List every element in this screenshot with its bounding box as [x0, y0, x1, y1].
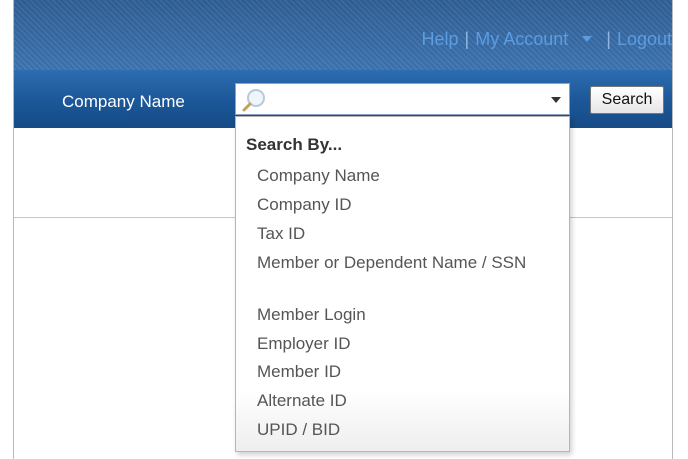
logout-link[interactable]: Logout	[617, 29, 672, 50]
header-links: Help | My Account | Logout	[421, 28, 672, 50]
caret-down-icon[interactable]	[582, 36, 593, 42]
option-member-id[interactable]: Member ID	[257, 359, 557, 384]
search-input[interactable]	[235, 83, 570, 115]
option-upid-bid[interactable]: UPID / BID	[257, 417, 557, 442]
search-button[interactable]: Search	[590, 86, 664, 114]
option-member-login[interactable]: Member Login	[257, 302, 557, 327]
option-employer-id[interactable]: Employer ID	[257, 331, 557, 356]
magnifier-icon	[242, 89, 265, 112]
option-alternate-id[interactable]: Alternate ID	[257, 388, 557, 413]
search-by-dropdown: Search By... Company Name Company ID Tax…	[235, 116, 570, 452]
dropdown-header: Search By...	[246, 135, 343, 154]
link-separator: |	[606, 28, 611, 49]
help-link[interactable]: Help	[421, 29, 458, 50]
search-type-label: Company Name	[62, 92, 185, 111]
option-company-name[interactable]: Company Name	[257, 163, 557, 188]
app-frame: Help | My Account | Logout Company Name …	[13, 0, 673, 459]
option-company-id[interactable]: Company ID	[257, 192, 557, 217]
top-header: Help | My Account | Logout	[14, 0, 672, 70]
option-member-dependent-name-ssn[interactable]: Member or Dependent Name / SSN	[257, 250, 547, 275]
option-tax-id[interactable]: Tax ID	[257, 221, 557, 246]
chevron-down-icon[interactable]	[551, 97, 561, 103]
my-account-link[interactable]: My Account	[475, 29, 568, 50]
link-separator: |	[464, 28, 470, 49]
